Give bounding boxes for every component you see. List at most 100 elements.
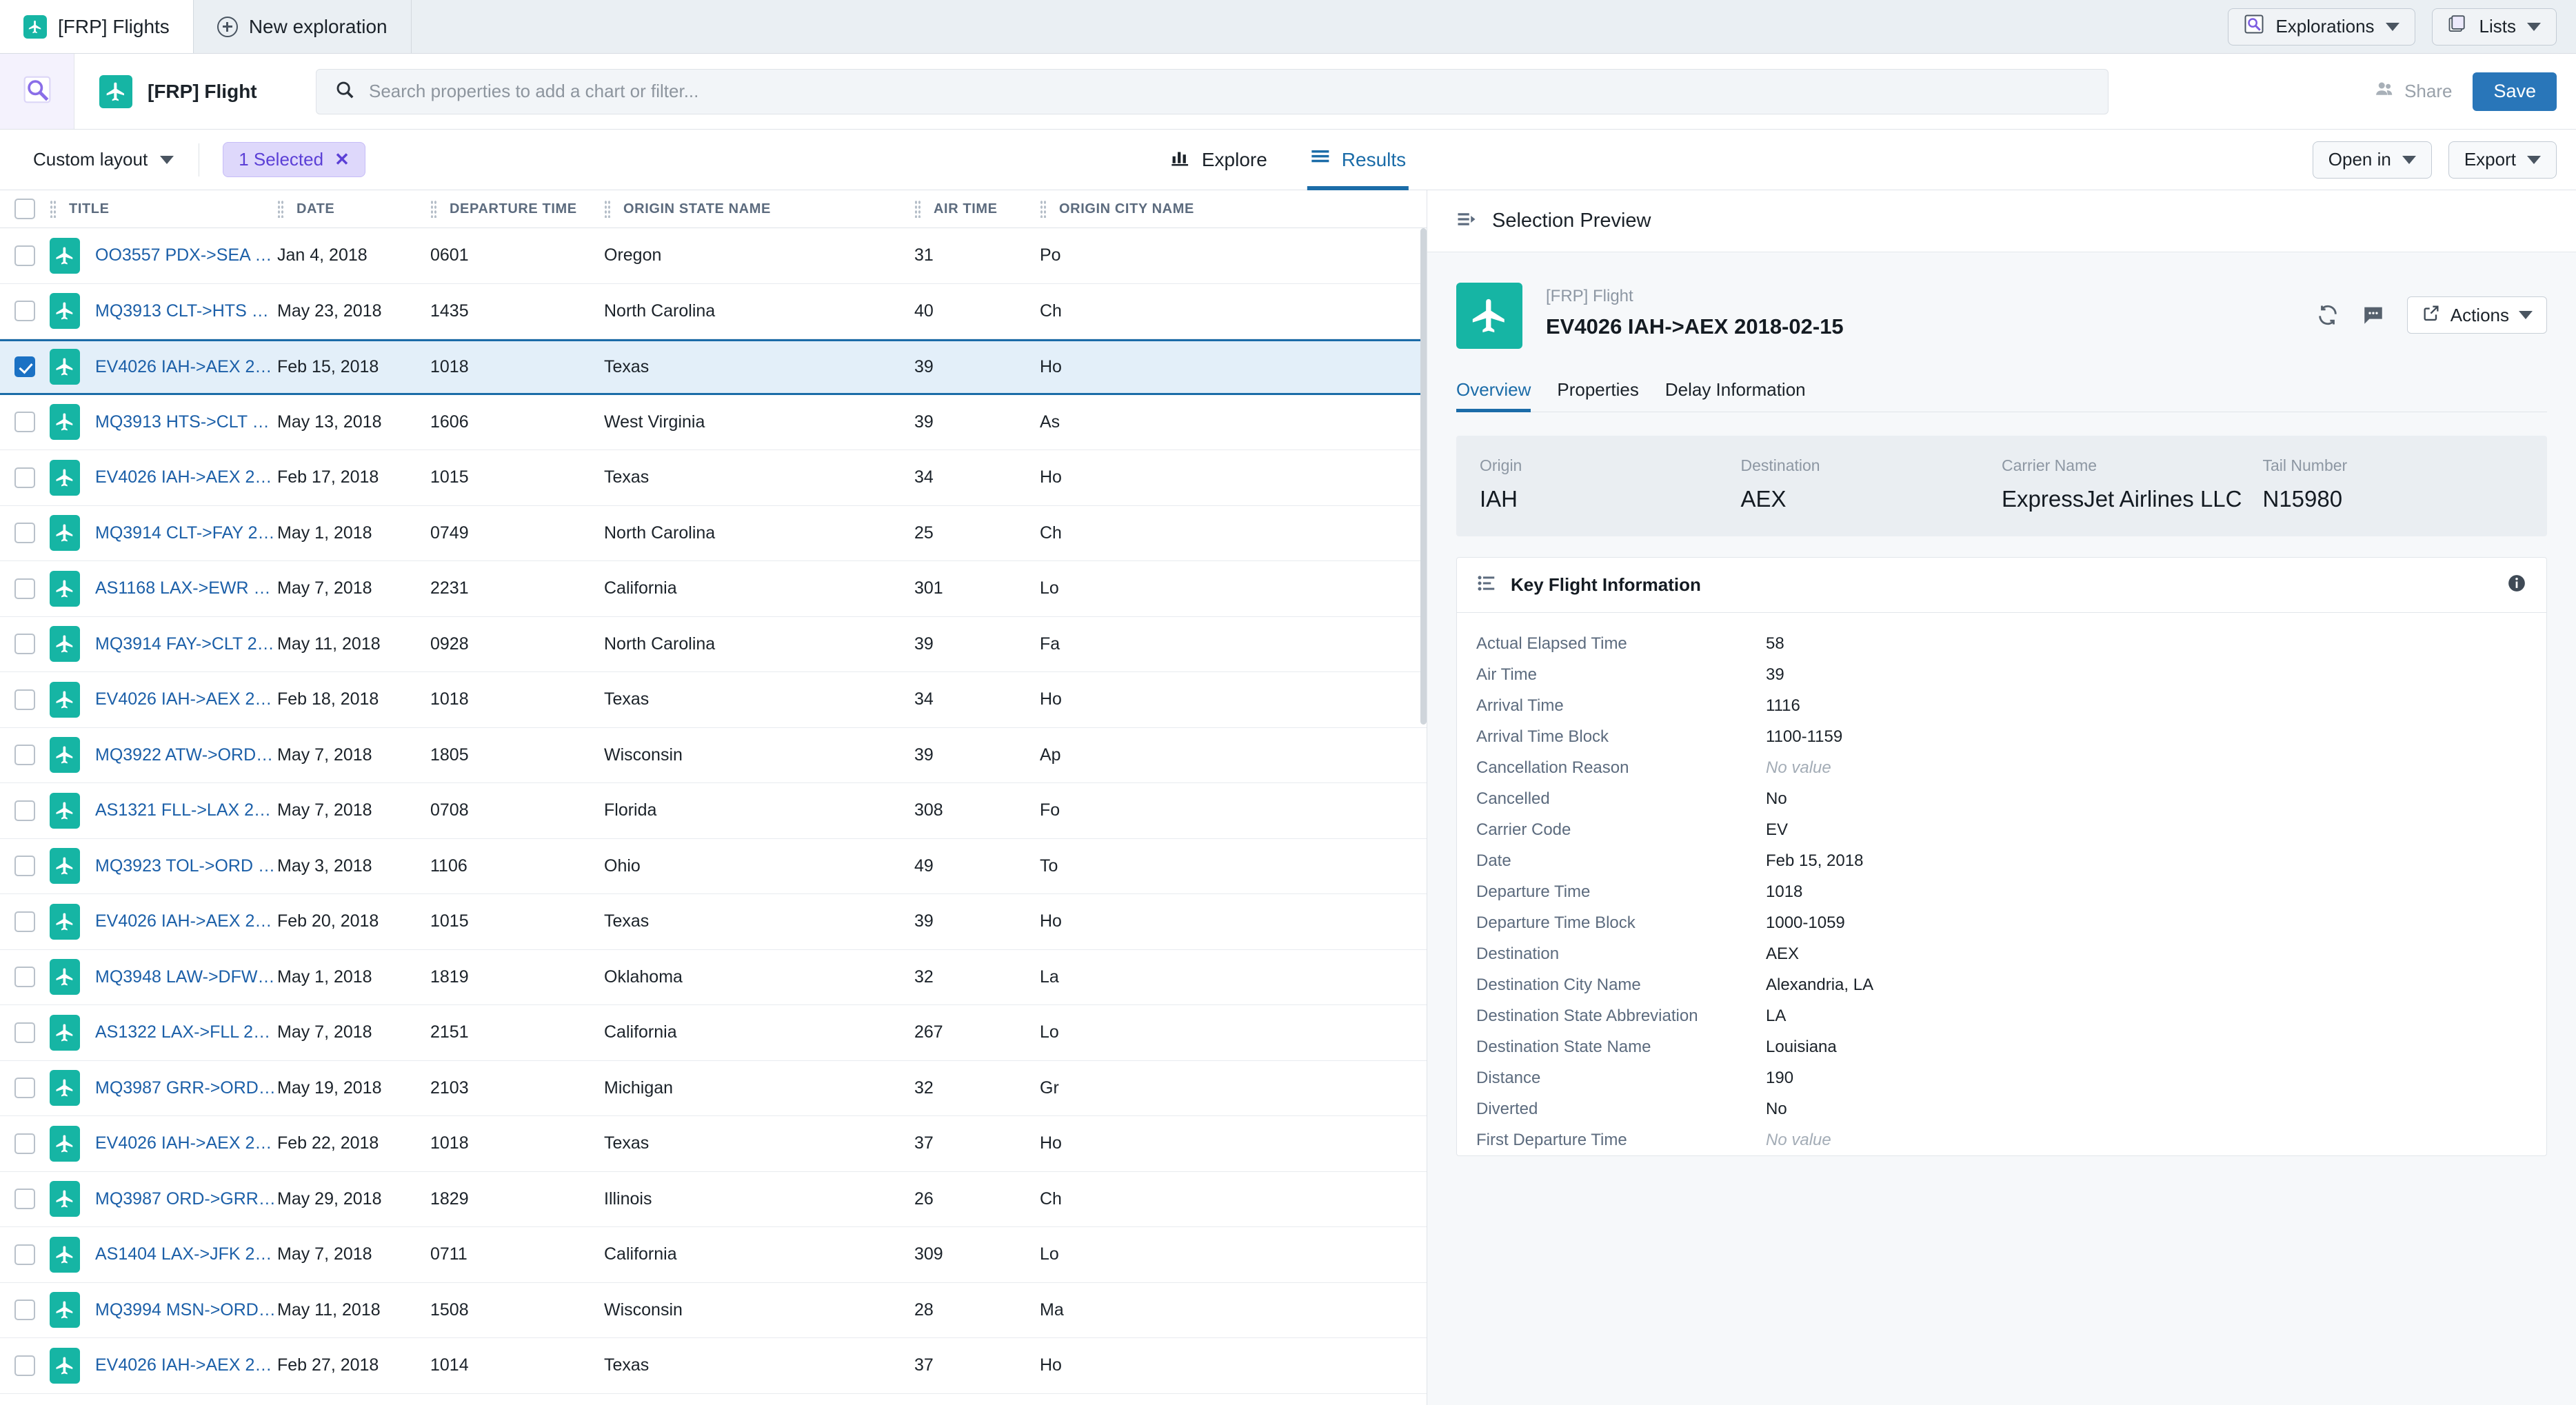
row-checkbox[interactable] [14,578,35,599]
info-icon[interactable] [2506,573,2527,597]
row-title-link[interactable]: EV4026 IAH->AEX 2018-... [95,689,277,709]
table-row[interactable]: MQ3922 ATW->ORD 201...May 7, 2018 1805 Wis… [0,727,1427,783]
row-checkbox[interactable] [14,856,35,877]
tab-frp-flights[interactable]: [FRP] Flights [0,0,194,53]
table-row[interactable]: AS1322 LAX->FLL 2018... May 7, 2018 2151 Ca… [0,1005,1427,1061]
table-row[interactable]: EV4026 IAH->AEX 2018-...Feb 20, 2018 1015… [0,894,1427,950]
row-checkbox[interactable] [14,1300,35,1321]
row-checkbox[interactable] [14,1189,35,1210]
refresh-icon[interactable] [2316,303,2339,327]
row-checkbox[interactable] [14,800,35,821]
row-checkbox[interactable] [14,634,35,655]
row-title-link[interactable]: MQ3914 CLT->FAY 2018... [95,523,277,543]
table-row[interactable]: AS1404 LAX->JFK 2018...May 7, 2018 0711 Ca… [0,1227,1427,1283]
row-title-link[interactable]: AS1321 FLL->LAX 2018... [95,800,277,820]
table-row[interactable]: EV4026 IAH->AEX 2018-...Feb 15, 2018 1018… [0,339,1427,395]
row-title-link[interactable]: EV4026 IAH->AEX 2018-... [95,467,277,487]
comment-icon[interactable] [2362,303,2385,327]
row-title-link[interactable]: MQ3923 TOL->ORD 201... [95,856,277,876]
save-button[interactable]: Save [2473,72,2557,111]
table-row[interactable]: MQ3913 HTS->CLT 2018...May 13, 2018 1606 W… [0,394,1427,450]
row-checkbox[interactable] [14,911,35,932]
row-title-link[interactable]: EV4026 IAH->AEX 2018-... [95,1133,277,1153]
preview-tab-overview[interactable]: Overview [1456,379,1531,412]
export-button[interactable]: Export [2448,141,2557,179]
drag-handle-icon[interactable] [914,200,921,218]
table-row[interactable]: EV4026 IAH->AEX 2018-...Feb 27, 2018 1014… [0,1338,1427,1394]
table-row[interactable]: MQ3987 GRR->ORD 201...May 19, 2018 2103 Mi… [0,1060,1427,1116]
drag-handle-icon[interactable] [604,200,611,218]
column-header-departure-time[interactable]: DEPARTURE TIME [430,190,604,228]
drag-handle-icon[interactable] [430,200,437,218]
row-title-link[interactable]: EV4026 IAH->AEX 2018-... [95,357,277,377]
search-input[interactable]: Search properties to add a chart or filt… [316,68,2109,114]
row-title-link[interactable]: MQ3987 GRR->ORD 201... [95,1078,277,1098]
column-header-date[interactable]: DATE [277,190,430,228]
drag-handle-icon[interactable] [277,200,284,218]
preview-tab-delay-information[interactable]: Delay Information [1665,379,1806,412]
table-row[interactable]: MQ3913 CLT->HTS 2018...May 23, 2018 1435 N… [0,283,1427,339]
row-checkbox[interactable] [14,689,35,710]
table-scrollbar[interactable] [1420,228,1427,725]
row-title-link[interactable]: EV4026 IAH->AEX 2018-... [95,1355,277,1375]
row-checkbox[interactable] [14,1244,35,1265]
tab-results[interactable]: Results [1307,130,1409,190]
column-header-air-time[interactable]: AIR TIME [914,190,1040,228]
layout-selector[interactable]: Custom layout [33,149,199,170]
table-row[interactable]: MQ3987 ORD->GRR 201...May 29, 2018 1829 Il… [0,1171,1427,1227]
explorations-button[interactable]: Explorations [2228,8,2415,46]
row-checkbox[interactable] [14,301,35,322]
close-icon[interactable]: ✕ [334,149,350,170]
table-row[interactable]: EV4026 IAH->AEX 2018-...Feb 17, 2018 1015… [0,450,1427,506]
table-row[interactable]: MQ3914 FAY->CLT 2018...May 11, 2018 0928 N… [0,616,1427,672]
row-checkbox[interactable] [14,412,35,433]
table-row[interactable]: AS1321 FLL->LAX 2018... May 7, 2018 0708 Fl… [0,783,1427,839]
row-checkbox[interactable] [14,1133,35,1154]
drag-handle-icon[interactable] [50,200,57,218]
row-checkbox[interactable] [14,523,35,544]
row-title-link[interactable]: MQ3994 MSN->ORD 201... [95,1300,277,1320]
table-row[interactable]: MQ3923 TOL->ORD 201...May 3, 2018 1106 Ohi… [0,838,1427,894]
drag-handle-icon[interactable] [1040,200,1047,218]
row-title-link[interactable]: MQ3987 ORD->GRR 201... [95,1189,277,1209]
row-title-link[interactable]: OO3557 PDX->SEA 2018... [95,245,277,265]
table-row[interactable]: AS1168 LAX->EWR 201... May 7, 2018 2231 Cal… [0,561,1427,617]
share-button[interactable]: Share [2374,79,2452,104]
row-checkbox[interactable] [14,356,35,378]
exploration-search-icon[interactable] [22,74,52,108]
selection-chip[interactable]: 1 Selected ✕ [223,142,365,177]
row-checkbox[interactable] [14,967,35,988]
row-title-link[interactable]: AS1404 LAX->JFK 2018... [95,1244,277,1264]
row-checkbox[interactable] [14,245,35,266]
row-checkbox[interactable] [14,467,35,488]
actions-button[interactable]: Actions [2406,296,2547,334]
row-checkbox[interactable] [14,1078,35,1099]
row-checkbox[interactable] [14,745,35,766]
row-checkbox[interactable] [14,1355,35,1376]
row-title-link[interactable]: AS1322 LAX->FLL 2018... [95,1022,277,1042]
table-row[interactable]: EV4026 IAH->AEX 2018-...Feb 22, 2018 1018… [0,1116,1427,1172]
column-header-origin-state-name[interactable]: ORIGIN STATE NAME [604,190,914,228]
tab-new-exploration[interactable]: New exploration [194,0,412,53]
row-title-link[interactable]: MQ3913 CLT->HTS 2018... [95,301,277,321]
table-row[interactable]: EV4026 IAH->AEX 2018-...Feb 18, 2018 1018… [0,672,1427,728]
open-in-button[interactable]: Open in [2312,141,2432,179]
preview-tab-properties[interactable]: Properties [1557,379,1639,412]
lists-button[interactable]: Lists [2431,8,2557,46]
table-row[interactable]: OO3557 PDX->SEA 2018...Jan 4, 2018 0601 Or… [0,228,1427,284]
column-header-title[interactable]: TITLE [50,190,277,228]
table-row[interactable]: MQ3948 LAW->DFW 201...May 1, 2018 1819 Okl… [0,949,1427,1005]
row-title-link[interactable]: AS1168 LAX->EWR 201... [95,578,277,598]
row-title-link[interactable]: MQ3948 LAW->DFW 201... [95,967,277,987]
row-title-link[interactable]: MQ3922 ATW->ORD 201... [95,745,277,765]
panel-collapse-icon[interactable] [1456,209,1477,233]
row-title-link[interactable]: MQ3914 FAY->CLT 2018... [95,634,277,654]
column-header-origin-city-name[interactable]: ORIGIN CITY NAME [1040,190,1247,228]
row-title-link[interactable]: EV4026 IAH->AEX 2018-... [95,911,277,931]
table-row[interactable]: MQ3914 CLT->FAY 2018...May 1, 2018 0749 No… [0,505,1427,561]
tab-explore[interactable]: Explore [1167,130,1270,190]
table-row[interactable]: MQ3994 MSN->ORD 201...May 11, 2018 1508 Wi… [0,1282,1427,1338]
row-checkbox[interactable] [14,1022,35,1043]
select-all-checkbox[interactable] [14,199,35,219]
row-title-link[interactable]: MQ3913 HTS->CLT 2018... [95,412,277,432]
